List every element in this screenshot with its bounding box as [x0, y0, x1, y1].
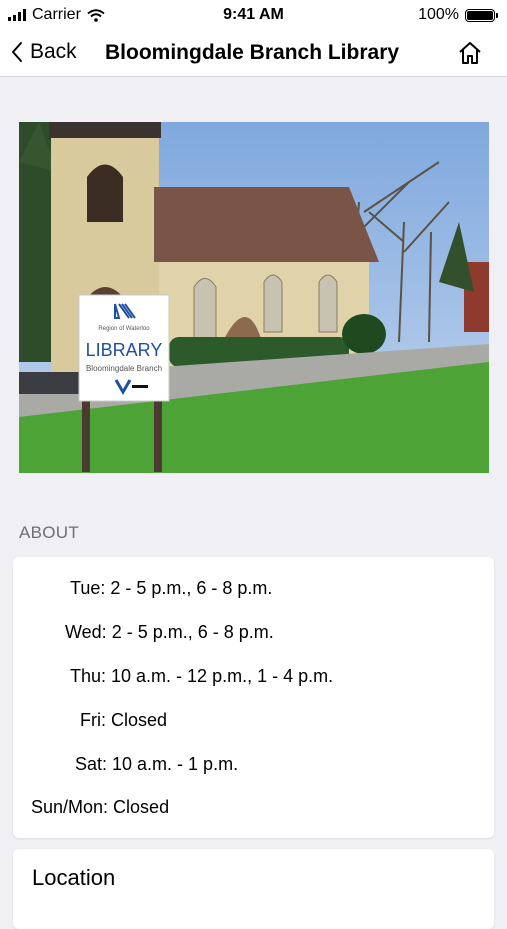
location-card[interactable]: Location — [13, 849, 494, 929]
sign-region-text: Region of Waterloo — [98, 326, 150, 332]
battery-icon — [465, 8, 498, 22]
hours-card: Tue: 2 - 5 p.m., 6 - 8 p.m. Wed: 2 - 5 p… — [13, 557, 494, 838]
home-icon[interactable] — [457, 40, 483, 66]
location-heading: Location — [32, 865, 116, 890]
back-label: Back — [30, 40, 77, 63]
battery-percent: 100% — [418, 6, 459, 23]
status-right: 100% — [418, 6, 498, 24]
status-bar: Carrier 9:41 AM 100% — [0, 0, 507, 30]
chevron-left-icon — [12, 42, 22, 62]
hours-friday: Fri: Closed — [80, 710, 168, 730]
hours-wednesday: Wed: 2 - 5 p.m., 6 - 8 p.m. — [65, 622, 274, 642]
navigation-bar: Back Bloomingdale Branch Library — [0, 30, 507, 77]
library-photo: Region of Waterloo LIBRARY Bloomingdale … — [19, 122, 489, 473]
hours-thursday: Thu: 10 a.m. - 12 p.m., 1 - 4 p.m. — [70, 666, 334, 686]
hours-saturday: Sat: 10 a.m. - 1 p.m. — [75, 754, 239, 774]
about-heading: ABOUT — [19, 523, 80, 542]
back-button[interactable]: Back — [10, 40, 77, 64]
hours-sunday-monday: Sun/Mon: Closed — [31, 797, 170, 817]
sign-library-text: LIBRARY — [86, 340, 163, 360]
page-title: Bloomingdale Branch Library — [105, 41, 400, 64]
hours-tuesday: Tue: 2 - 5 p.m., 6 - 8 p.m. — [70, 578, 273, 598]
sign-branch-text: Bloomingdale Branch — [86, 364, 162, 373]
